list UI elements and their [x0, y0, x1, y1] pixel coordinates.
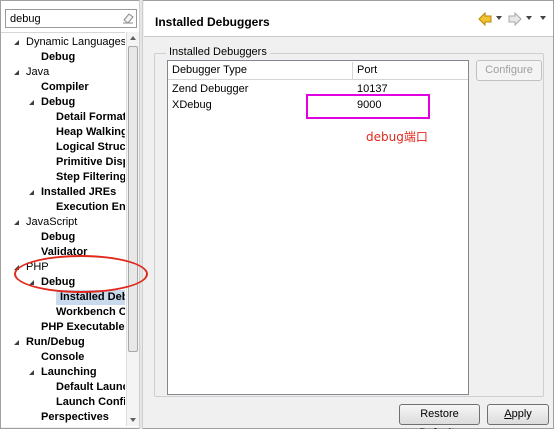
- forward-arrow-icon[interactable]: [508, 11, 522, 27]
- debugger-type-cell: XDebug: [172, 99, 212, 111]
- tree-item-label: Dynamic Languages: [26, 36, 125, 48]
- tree-item[interactable]: Primitive Display Options: [1, 155, 125, 170]
- tree-item-label: Perspectives: [41, 411, 109, 423]
- tree-item[interactable]: Perspectives: [1, 410, 109, 425]
- configure-button[interactable]: Configure: [476, 60, 542, 81]
- preference-page: Installed Debuggers Installed Debuggers …: [144, 1, 553, 429]
- tree-item-label: Debug: [41, 51, 76, 63]
- tree-item-label: Workbench Options: [56, 306, 125, 318]
- apply-label-end: pply: [511, 408, 532, 420]
- group-label: Installed Debuggers: [166, 46, 270, 58]
- panel-splitter[interactable]: [139, 0, 143, 429]
- preferences-tree: Dynamic Languages Debug Java Compiler Debug D…: [1, 32, 125, 426]
- apply-mnemonic: A: [504, 408, 512, 420]
- tree-item-label: Default Launchers: [56, 381, 125, 393]
- tree-item[interactable]: Step Filtering: [1, 170, 125, 185]
- tree-item-label: PHP Executables: [41, 321, 125, 333]
- forward-menu-chevron-down-icon[interactable]: [526, 16, 532, 20]
- tree-expand-toggle-icon[interactable]: [12, 218, 21, 227]
- annotation-note: debug端口: [366, 130, 428, 144]
- tree-expand-toggle-icon[interactable]: [27, 188, 36, 197]
- back-menu-chevron-down-icon[interactable]: [496, 16, 502, 20]
- tree-expand-toggle-icon[interactable]: [12, 38, 21, 47]
- tree-item[interactable]: Launching: [1, 365, 97, 380]
- restore-defaults-button[interactable]: Restore Defaults: [399, 404, 480, 429]
- tree-expand-toggle-icon[interactable]: [27, 368, 36, 377]
- tree-item[interactable]: Debug: [1, 230, 75, 245]
- tree-item[interactable]: JavaScript: [1, 215, 77, 230]
- tree-item[interactable]: Compiler: [1, 80, 89, 95]
- tree-expand-toggle-icon[interactable]: [12, 68, 21, 77]
- tree-item[interactable]: Debug: [1, 50, 75, 65]
- scroll-down-arrow-icon[interactable]: [130, 418, 136, 422]
- tree-item-label: Compiler: [41, 81, 89, 93]
- tree-item-label: Installed JREs: [41, 186, 117, 198]
- tree-item[interactable]: Default Launchers: [1, 380, 125, 395]
- tree-item-label: Step Filtering: [56, 171, 125, 183]
- tree-item[interactable]: Workbench Options: [1, 305, 125, 320]
- scroll-up-arrow-icon[interactable]: [130, 36, 136, 40]
- preferences-tree-panel: Dynamic Languages Debug Java Compiler Debug D…: [1, 1, 139, 427]
- back-arrow-icon[interactable]: [478, 11, 492, 27]
- tree-item-label: Detail Formatters: [56, 111, 125, 123]
- tree-item[interactable]: Console: [1, 350, 84, 365]
- table-header: Debugger Type Port: [168, 61, 468, 80]
- tree-item-label: Launch Configurations: [56, 396, 125, 408]
- tree-item-label: Debug: [41, 96, 76, 108]
- tree-item[interactable]: Run/Debug: [1, 335, 85, 350]
- tree-item-label: Primitive Display Options: [56, 156, 125, 168]
- tree-item-label: Installed Debuggers: [60, 291, 125, 303]
- tree-item-label: Logical Structures: [56, 141, 125, 153]
- tree-item-label: Launching: [41, 366, 97, 378]
- restore-defaults-label-start: Restore: [420, 408, 459, 420]
- view-menu-chevron-down-icon[interactable]: [540, 16, 546, 20]
- tree-item-label: Heap Walking: [56, 126, 125, 138]
- tree-item[interactable]: Heap Walking: [1, 125, 125, 140]
- highlight-ellipse: [14, 255, 148, 293]
- debugger-type-cell: Zend Debugger: [172, 83, 249, 95]
- tree-expand-toggle-icon[interactable]: [12, 338, 21, 347]
- tree-item[interactable]: Installed JREs: [1, 185, 116, 200]
- tree-item[interactable]: Detail Formatters: [1, 110, 125, 125]
- apply-button[interactable]: Apply: [487, 404, 549, 425]
- tree-expand-toggle-icon[interactable]: [27, 98, 36, 107]
- tree-scrollbar[interactable]: [126, 32, 139, 426]
- column-header-port[interactable]: Port: [353, 61, 377, 80]
- tree-item-label: Java: [26, 66, 50, 78]
- tree-item[interactable]: Logical Structures: [1, 140, 125, 155]
- tree-item[interactable]: Execution Environments: [1, 200, 125, 215]
- tree-item[interactable]: Debug: [1, 95, 75, 110]
- tree-item-label: Console: [41, 351, 85, 363]
- tree-item[interactable]: Dynamic Languages: [1, 35, 125, 50]
- tree-item-label: Execution Environments: [56, 201, 125, 213]
- page-title: Installed Debuggers: [155, 15, 270, 29]
- tree-item-label: JavaScript: [26, 216, 78, 228]
- filter-input[interactable]: [5, 9, 137, 28]
- highlight-box: [306, 94, 430, 119]
- tree-item-label: Debug: [41, 231, 76, 243]
- eraser-icon[interactable]: [122, 12, 134, 24]
- tree-item[interactable]: PHP Executables: [1, 320, 125, 335]
- page-header: Installed Debuggers: [144, 1, 553, 37]
- tree-item[interactable]: Java: [1, 65, 49, 80]
- column-header-debugger-type[interactable]: Debugger Type: [168, 61, 247, 80]
- tree-item-label: Run/Debug: [26, 336, 85, 348]
- scroll-thumb[interactable]: [128, 46, 138, 352]
- tree-item[interactable]: Launch Configurations: [1, 395, 125, 410]
